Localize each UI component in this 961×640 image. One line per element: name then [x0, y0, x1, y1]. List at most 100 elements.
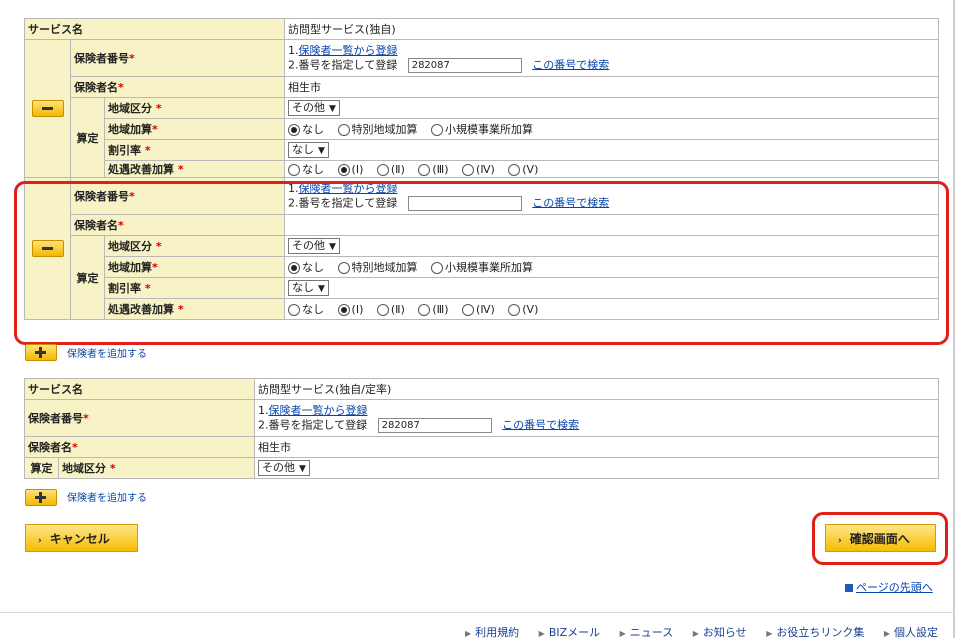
- area-add2-row: 地域加算* なし 特別地域加算 小規模事業所加算: [25, 256, 939, 278]
- triangle-right-icon: ▶: [766, 629, 773, 638]
- area-add-radio-special[interactable]: [337, 262, 350, 274]
- insurer-name-label: 保険者名: [74, 219, 118, 232]
- radio-label: なし: [302, 303, 325, 316]
- chevron-right-icon: ›: [838, 536, 842, 546]
- service-name-value: 訪問型サービス(独自): [284, 18, 939, 40]
- area-select[interactable]: その他 ▼: [258, 460, 310, 476]
- footer-link-settings[interactable]: ▶ 個人設定: [884, 626, 938, 639]
- footer-link-news[interactable]: ▶ ニュース: [620, 626, 674, 639]
- insurer-number-cell: 1.保険者一覧から登録 2.番号を指定して登録 282087 この番号で検索: [284, 39, 939, 77]
- treatment-label: 処遇改善加算: [108, 303, 174, 316]
- radio-label: (Ⅴ): [522, 163, 539, 176]
- add-insurer2-link[interactable]: 保険者を追加する: [67, 489, 147, 504]
- discount-select[interactable]: なし ▼: [288, 280, 329, 296]
- area-add-label: 地域加算: [108, 123, 152, 136]
- radio-label: (Ⅰ): [351, 303, 364, 316]
- service1-table: サービス名 訪問型サービス(独自) 保険者番号* 1.保険者一覧から登録 2.番…: [23, 18, 939, 320]
- insurer-number-label: 保険者番号: [74, 190, 129, 203]
- remove-insurer2-button[interactable]: [31, 240, 64, 257]
- treatment-row: 処遇改善加算 * なし (Ⅰ) (Ⅱ) (Ⅲ) (Ⅳ) (Ⅴ): [25, 160, 939, 178]
- required-mark: *: [177, 303, 184, 316]
- treatment-radio-none[interactable]: [288, 164, 301, 176]
- chevron-down-icon: ▼: [329, 104, 336, 114]
- radio-label: (Ⅱ): [390, 303, 405, 316]
- register-from-list-link[interactable]: 保険者一覧から登録: [299, 44, 398, 57]
- area-row: 算定 地域区分 * その他 ▼: [25, 97, 939, 178]
- area-add-radio-special[interactable]: [337, 124, 350, 136]
- triangle-right-icon: ▶: [692, 629, 699, 638]
- radio-label: (Ⅰ): [351, 163, 364, 176]
- register-by-number-label: 2.番号を指定して登録: [288, 196, 398, 209]
- footer-link-label: 個人設定: [894, 626, 938, 639]
- cancel-button[interactable]: › キャンセル: [25, 524, 138, 552]
- footer-divider: [0, 612, 955, 613]
- area-add-label: 地域加算: [108, 261, 152, 274]
- page-top-link[interactable]: ページの先頭へ: [845, 579, 933, 595]
- treatment-radio-1[interactable]: [337, 304, 350, 316]
- required-mark: *: [152, 123, 158, 136]
- service-name-value: 訪問型サービス(独自/定率): [254, 378, 939, 400]
- insurer-name-label: 保険者名: [28, 441, 72, 454]
- area-row: 算定 地域区分 * その他 ▼: [24, 457, 939, 479]
- option-number: 1.: [288, 43, 299, 57]
- treatment-radio-3[interactable]: [418, 164, 431, 176]
- treatment-radio-4[interactable]: [462, 164, 475, 176]
- chevron-down-icon: ▼: [329, 242, 336, 252]
- insurer-number-input[interactable]: 282087: [377, 417, 492, 433]
- treatment-radio-5[interactable]: [508, 164, 521, 176]
- search-by-number-link[interactable]: この番号で検索: [532, 58, 609, 71]
- window-frame-right: [953, 0, 955, 638]
- chevron-down-icon: ▼: [318, 284, 325, 294]
- radio-label: (Ⅳ): [476, 163, 495, 176]
- radio-label: 特別地域加算: [351, 123, 418, 136]
- register-from-list-link[interactable]: 保険者一覧から登録: [269, 404, 368, 417]
- area-select-value: その他: [292, 239, 326, 252]
- treatment-radio-1[interactable]: [337, 164, 350, 176]
- required-mark: *: [155, 102, 162, 115]
- treatment-radio-3[interactable]: [418, 304, 431, 316]
- footer-link-bizmail[interactable]: ▶ BIZメール: [539, 626, 600, 639]
- treatment-radio-none[interactable]: [288, 304, 301, 316]
- required-mark: *: [144, 282, 151, 295]
- radio-label: (Ⅲ): [432, 163, 449, 176]
- treatment-radio-5[interactable]: [508, 304, 521, 316]
- insurer-number-input[interactable]: [407, 195, 522, 211]
- insurer-number-input[interactable]: 282087: [407, 57, 522, 73]
- area-add-radio-none[interactable]: [288, 124, 301, 136]
- area-label: 地域区分: [108, 102, 152, 115]
- register-from-list-link[interactable]: 保険者一覧から登録: [299, 182, 398, 195]
- area-select[interactable]: その他 ▼: [288, 100, 340, 116]
- footer-link-useful[interactable]: ▶ お役立ちリンク集: [766, 626, 864, 639]
- add-insurer-link[interactable]: 保険者を追加する: [67, 345, 147, 360]
- required-mark: *: [144, 144, 151, 157]
- search-by-number-link[interactable]: この番号で検索: [532, 196, 609, 209]
- required-mark: *: [155, 240, 162, 253]
- footer-link-terms[interactable]: ▶ 利用規約: [465, 626, 519, 639]
- cancel-button-label: キャンセル: [49, 532, 110, 546]
- option-number: 1.: [288, 181, 299, 195]
- area-select[interactable]: その他 ▼: [288, 238, 340, 254]
- confirm-button[interactable]: › 確認画面へ: [825, 524, 936, 552]
- required-mark: *: [72, 441, 78, 454]
- search-by-number-link[interactable]: この番号で検索: [502, 418, 579, 431]
- radio-label: 小規模事業所加算: [445, 261, 534, 274]
- insurer-number-label: 保険者番号: [28, 412, 83, 425]
- option-number: 1.: [258, 403, 269, 417]
- triangle-right-icon: ▶: [465, 629, 472, 638]
- area-select-value: その他: [292, 101, 326, 114]
- service-name-label: サービス名: [24, 378, 255, 400]
- area-add-radio-none[interactable]: [288, 262, 301, 274]
- insurer2-name-row: 保険者名*: [25, 214, 939, 236]
- chevron-right-icon: ›: [38, 536, 42, 546]
- remove-insurer-button[interactable]: [31, 100, 64, 117]
- discount-select[interactable]: なし ▼: [288, 142, 329, 158]
- treatment-radio-2[interactable]: [376, 164, 389, 176]
- treatment-radio-4[interactable]: [462, 304, 475, 316]
- insurer-name-row: 保険者名* 相生市: [24, 436, 939, 458]
- area-add-radio-small[interactable]: [431, 124, 444, 136]
- area-add-radio-small[interactable]: [431, 262, 444, 274]
- add-insurer2-button[interactable]: [25, 489, 57, 506]
- footer-link-notices[interactable]: ▶ お知らせ: [693, 626, 747, 639]
- treatment-radio-2[interactable]: [376, 304, 389, 316]
- add-insurer-button[interactable]: [25, 344, 57, 361]
